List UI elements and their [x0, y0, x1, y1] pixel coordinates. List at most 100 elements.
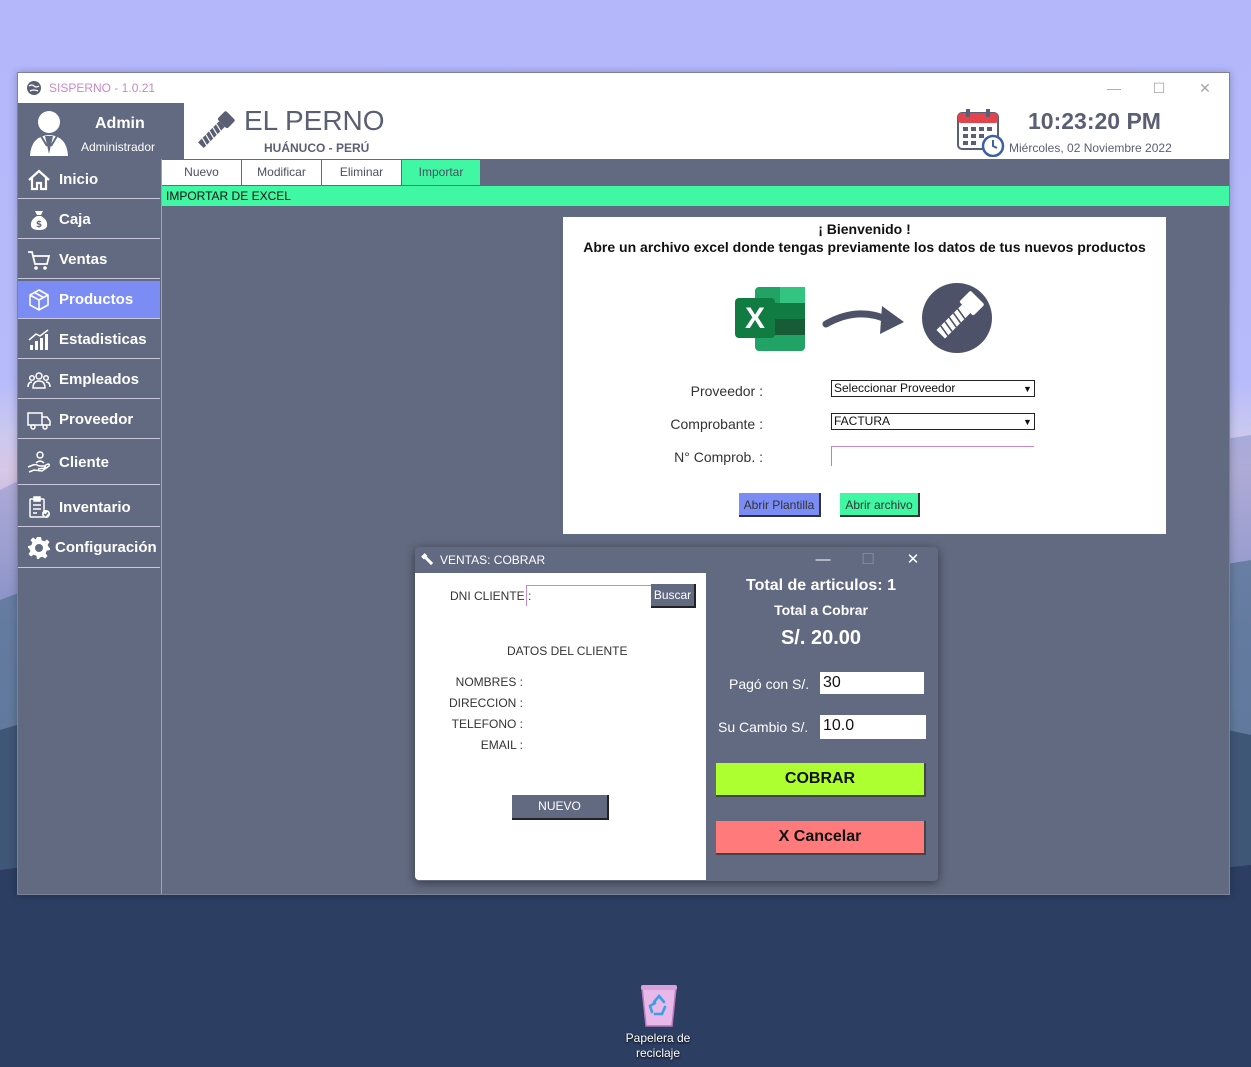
user-name: Admin — [95, 115, 145, 132]
chevron-down-icon[interactable]: ▼ — [1022, 415, 1033, 428]
pago-label: Pagó con S/. — [729, 676, 810, 692]
app-header: Admin Administrador EL PERNO HUÁNUCO - P… — [18, 103, 1229, 159]
proveedor-select-value: Seleccionar Proveedor — [834, 381, 956, 395]
sidebar-item-label: Proveedor — [59, 411, 134, 428]
sidebar-item-inventario[interactable]: Inventario — [18, 486, 160, 527]
sidebar-item-label: Cliente — [59, 454, 110, 471]
sidebar: Inicio $ Caja Ventas Productos Estadisti… — [18, 159, 162, 894]
dni-label: DNI CLIENTE : — [450, 589, 532, 603]
telefono-label: TELEFONO : — [451, 717, 523, 731]
sidebar-item-label: Configuración — [55, 539, 157, 556]
dialog-close-button[interactable]: ✕ — [899, 549, 927, 571]
abrir-archivo-button[interactable]: Abrir archivo — [840, 493, 920, 517]
recycle-bin-label[interactable]: Papelera de reciclaje — [608, 1031, 708, 1061]
user-avatar-icon — [30, 111, 68, 156]
svg-text:X: X — [745, 302, 765, 335]
abrir-plantilla-button[interactable]: Abrir Plantilla — [739, 493, 821, 517]
client-hand-icon — [27, 451, 51, 473]
clock-date: Miércoles, 02 Noviembre 2022 — [1009, 141, 1172, 155]
recycle-bin-icon[interactable] — [638, 982, 680, 1028]
sidebar-item-label: Ventas — [59, 251, 108, 268]
comprobante-select[interactable]: FACTURA ▼ — [831, 413, 1035, 430]
user-box: Admin Administrador — [18, 103, 184, 159]
bolt-logo-icon — [198, 111, 235, 148]
close-button[interactable]: ✕ — [1191, 77, 1219, 99]
cambio-input[interactable]: 10.0 — [820, 715, 926, 739]
money-bag-icon: $ — [30, 211, 48, 230]
excel-icon: X — [735, 287, 805, 351]
cart-icon — [28, 251, 51, 270]
tab-eliminar[interactable]: Eliminar — [322, 160, 402, 185]
sidebar-item-cliente[interactable]: Cliente — [18, 441, 160, 485]
nombres-label: NOMBRES : — [455, 675, 523, 689]
welcome-heading: ¡ Bienvenido ! — [818, 221, 911, 237]
ncomprob-label: N° Comprob. : — [674, 449, 763, 465]
truck-icon — [27, 412, 51, 430]
datos-cliente-title: DATOS DEL CLIENTE — [507, 644, 628, 658]
cancelar-button[interactable]: X Cancelar — [716, 821, 926, 855]
tab-modificar[interactable]: Modificar — [242, 160, 322, 185]
sidebar-item-label: Productos — [59, 291, 134, 308]
proveedor-select[interactable]: Seleccionar Proveedor ▼ — [831, 380, 1035, 397]
svg-text:$: $ — [36, 220, 42, 230]
sidebar-item-inicio[interactable]: Inicio — [18, 161, 160, 199]
box-icon — [29, 289, 49, 311]
section-header: IMPORTAR DE EXCEL — [162, 186, 1229, 206]
tab-nuevo[interactable]: Nuevo — [162, 160, 242, 185]
window-title: SISPERNO - 1.0.21 — [49, 81, 156, 95]
sidebar-item-caja[interactable]: $ Caja — [18, 201, 160, 239]
import-panel: ¡ Bienvenido ! Abre un archivo excel don… — [563, 217, 1166, 534]
nuevo-cliente-button[interactable]: NUEVO CLIENTE — [512, 795, 609, 836]
sidebar-item-label: Inventario — [59, 499, 131, 516]
comprobante-select-value: FACTURA — [834, 414, 891, 428]
window-titlebar[interactable]: SISPERNO - 1.0.21 — ☐ ✕ — [18, 73, 1229, 103]
sidebar-item-ventas[interactable]: Ventas — [18, 241, 160, 279]
bolt-small-icon — [421, 553, 434, 566]
total-cobrar-label: Total a Cobrar — [774, 602, 868, 618]
chevron-down-icon[interactable]: ▼ — [1022, 382, 1033, 395]
sidebar-item-empleados[interactable]: Empleados — [18, 361, 160, 399]
sidebar-item-productos[interactable]: Productos — [18, 281, 160, 319]
email-label: EMAIL : — [480, 738, 523, 752]
tab-importar[interactable]: Importar — [402, 160, 481, 185]
buscar-button[interactable]: Buscar — [651, 584, 696, 608]
dni-input[interactable] — [526, 585, 651, 606]
cambio-label: Su Cambio S/. — [718, 719, 809, 735]
sidebar-item-estadisticas[interactable]: Estadisticas — [18, 321, 160, 359]
proveedor-label: Proveedor : — [690, 383, 763, 399]
calendar-clock-icon — [957, 109, 1005, 157]
sidebar-item-configuracion[interactable]: Configuración — [18, 528, 160, 568]
dialog-titlebar[interactable]: VENTAS: COBRAR — ☐ ✕ — [415, 547, 938, 573]
comprobante-label: Comprobante : — [670, 416, 763, 432]
total-cobrar-value: S/. 20.00 — [780, 627, 862, 649]
people-icon — [27, 372, 51, 389]
gear-icon — [28, 537, 50, 559]
sidebar-item-proveedor[interactable]: Proveedor — [18, 401, 160, 439]
sidebar-item-label: Empleados — [59, 371, 140, 388]
import-instructions: Abre un archivo excel donde tengas previ… — [583, 239, 1146, 255]
clipboard-icon — [29, 496, 50, 518]
arrow-right-icon — [822, 306, 904, 334]
total-articulos: Total de articulos: 1 — [746, 577, 896, 594]
sidebar-item-label: Caja — [59, 211, 91, 228]
client-panel: DNI CLIENTE : Buscar DATOS DEL CLIENTE N… — [415, 573, 706, 880]
sidebar-item-label: Estadisticas — [59, 331, 147, 348]
home-icon — [28, 169, 50, 191]
dialog-title: VENTAS: COBRAR — [440, 553, 546, 567]
cobrar-button[interactable]: COBRAR — [716, 763, 926, 797]
clock-time: 10:23:20 PM — [1028, 108, 1161, 134]
sidebar-item-label: Inicio — [59, 171, 99, 188]
minimize-button[interactable]: — — [1100, 77, 1128, 99]
chart-icon — [28, 329, 49, 350]
dialog-maximize-button: ☐ — [861, 551, 875, 568]
direccion-label: DIRECCION : — [448, 696, 523, 710]
ncomprob-input[interactable] — [831, 446, 1034, 466]
bolt-circle-icon — [922, 283, 992, 353]
dialog-minimize-button[interactable]: — — [809, 549, 837, 571]
pago-input[interactable]: 30 — [820, 672, 924, 694]
user-role: Administrador — [81, 140, 156, 154]
section-title: IMPORTAR DE EXCEL — [166, 189, 291, 203]
maximize-button[interactable]: ☐ — [1145, 77, 1173, 99]
brand-location: HUÁNUCO - PERÚ — [264, 141, 370, 155]
brand-name: EL PERNO — [244, 105, 385, 136]
